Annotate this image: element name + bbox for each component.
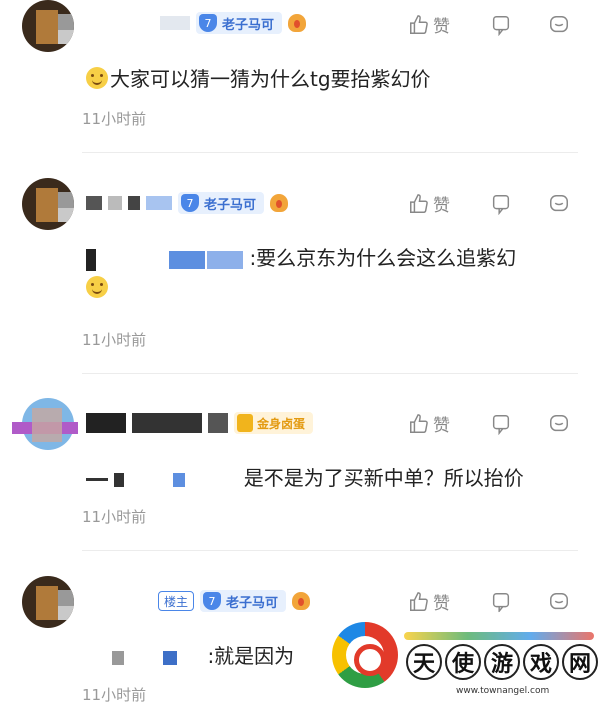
comment-time: 11小时前 bbox=[82, 508, 147, 526]
thumbs-up-icon bbox=[410, 591, 428, 611]
comment-text: 大家可以猜一猜为什么tg要抬紫幻价 bbox=[86, 64, 431, 94]
level-badge: 7 老子马可 bbox=[178, 192, 265, 214]
dislike-button[interactable] bbox=[490, 14, 512, 36]
comment-time: 11小时前 bbox=[82, 110, 147, 128]
blurred-username bbox=[160, 16, 190, 30]
like-button[interactable]: 赞 bbox=[408, 191, 462, 216]
avatar[interactable] bbox=[22, 178, 74, 230]
watermark-banner bbox=[404, 632, 594, 640]
gold-badge: 金身卤蛋 bbox=[234, 412, 314, 434]
like-label: 赞 bbox=[433, 196, 450, 216]
user-meta: 7 老子马可 bbox=[86, 190, 289, 216]
site-watermark: 天 使 游 戏 网 www.townangel.com bbox=[326, 612, 600, 703]
blurred-mention bbox=[86, 248, 96, 271]
comment-time: 11小时前 bbox=[82, 686, 147, 703]
owner-tag: 楼主 bbox=[158, 591, 195, 611]
shield-icon: 7 bbox=[203, 592, 222, 610]
reply-button[interactable] bbox=[548, 413, 570, 435]
site-logo-icon bbox=[332, 622, 398, 688]
thumbs-up-icon bbox=[410, 14, 428, 34]
comment-text: :要么京东为什么会这么追紫幻 bbox=[86, 243, 586, 303]
level-badge: 7 老子马可 bbox=[196, 12, 283, 34]
user-meta: 楼主 7 老子马可 bbox=[158, 588, 311, 614]
flame-icon bbox=[288, 14, 307, 32]
blurred-mention bbox=[112, 650, 124, 665]
avatar[interactable] bbox=[22, 0, 74, 52]
level-badge: 7 老子马可 bbox=[200, 590, 287, 612]
divider bbox=[82, 152, 578, 153]
shield-icon: 7 bbox=[199, 14, 217, 32]
dislike-button[interactable] bbox=[490, 591, 512, 613]
divider bbox=[82, 373, 578, 374]
like-label: 赞 bbox=[433, 17, 450, 37]
flame-icon bbox=[292, 592, 311, 610]
avatar[interactable] bbox=[22, 576, 74, 628]
thumbs-up-icon bbox=[410, 193, 428, 213]
comment-text: :就是因为 bbox=[112, 641, 294, 671]
comment-actions: 赞 bbox=[408, 191, 570, 216]
thumbs-down-icon bbox=[492, 194, 510, 215]
avatar[interactable] bbox=[12, 398, 78, 450]
like-label: 赞 bbox=[433, 594, 450, 614]
user-title: 老子马可 bbox=[222, 17, 275, 33]
comment-actions: 赞 bbox=[408, 12, 570, 37]
badge-title: 金身卤蛋 bbox=[257, 416, 306, 431]
thumbs-down-icon bbox=[492, 15, 510, 36]
comment-bubble-icon bbox=[550, 194, 568, 211]
watermark-title: 天 使 游 戏 网 bbox=[406, 644, 598, 680]
like-button[interactable]: 赞 bbox=[408, 589, 462, 614]
comment-actions: 赞 bbox=[408, 589, 570, 614]
thumbs-down-icon bbox=[492, 592, 510, 613]
comment-bubble-icon bbox=[550, 15, 568, 32]
comment-time: 11小时前 bbox=[82, 331, 147, 349]
reply-button[interactable] bbox=[548, 14, 570, 36]
smile-emoji-icon bbox=[86, 276, 108, 298]
comment-actions: 赞 bbox=[408, 411, 570, 436]
dislike-button[interactable] bbox=[490, 413, 512, 435]
thinking-emoji-icon bbox=[86, 67, 108, 89]
reply-button[interactable] bbox=[548, 591, 570, 613]
like-button[interactable]: 赞 bbox=[408, 12, 462, 37]
comment-bubble-icon bbox=[550, 592, 568, 609]
user-meta: 7 老子马可 bbox=[160, 10, 307, 36]
flame-icon bbox=[270, 194, 289, 212]
reply-button[interactable] bbox=[548, 193, 570, 215]
badge-icon bbox=[237, 414, 253, 432]
like-button[interactable]: 赞 bbox=[408, 411, 462, 436]
watermark-url: www.townangel.com bbox=[456, 686, 550, 696]
blurred-username bbox=[86, 413, 126, 433]
comment-bubble-icon bbox=[550, 414, 568, 431]
thumbs-up-icon bbox=[410, 413, 428, 433]
thumbs-down-icon bbox=[492, 414, 510, 435]
blurred-mention bbox=[86, 478, 108, 481]
dislike-button[interactable] bbox=[490, 193, 512, 215]
user-meta: 金身卤蛋 bbox=[86, 410, 314, 436]
user-title: 老子马可 bbox=[204, 197, 257, 213]
user-title: 老子马可 bbox=[226, 595, 279, 611]
blurred-username bbox=[86, 196, 102, 210]
comment-text: 是不是为了买新中单？所以抬价 bbox=[86, 463, 524, 493]
like-label: 赞 bbox=[433, 416, 450, 436]
divider bbox=[82, 550, 578, 551]
shield-icon: 7 bbox=[181, 194, 199, 212]
